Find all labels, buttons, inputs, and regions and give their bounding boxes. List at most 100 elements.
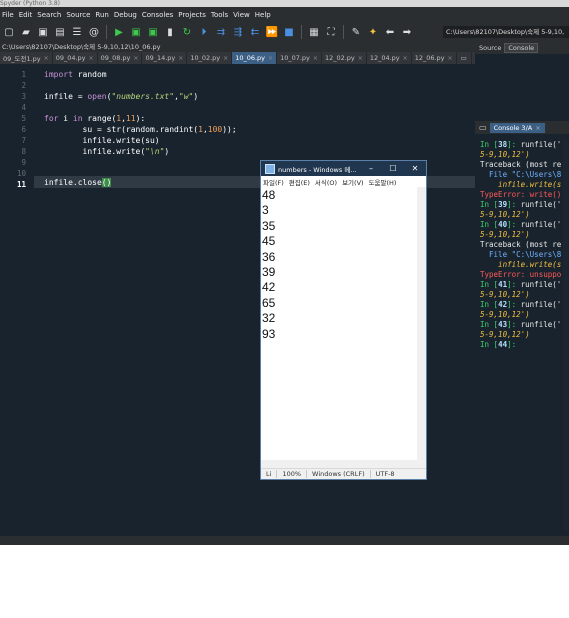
menu-search[interactable]: Search [37, 11, 61, 19]
forward-arrow-icon[interactable]: ➡ [400, 25, 414, 39]
stop-icon[interactable]: ■ [282, 25, 296, 39]
notepad-menu-item[interactable]: 파일(F) [263, 177, 284, 187]
menu-run[interactable]: Run [95, 11, 108, 19]
step-icon[interactable]: ⇉ [214, 25, 228, 39]
console-tab[interactable]: Console 3/A × [489, 122, 545, 133]
notepad-vertical-scrollbar[interactable] [417, 187, 426, 469]
python-icon[interactable]: ✦ [366, 25, 380, 39]
prompt-number: 42 [498, 300, 508, 309]
notepad-text-area[interactable]: 48 3 35 45 36 39 42 65 32 93 [262, 188, 417, 618]
console-line: In [44]: [480, 340, 569, 350]
prompt-text: In [ [480, 220, 499, 229]
prompt-text: In [ [480, 320, 499, 329]
editor-tab[interactable]: 10_06.py × [232, 52, 278, 64]
editor-tab[interactable]: 09_14.py × [142, 52, 188, 64]
console-selector[interactable]: Console [504, 43, 539, 53]
close-icon[interactable]: × [313, 55, 318, 62]
working-directory-field[interactable]: C:\Users\82107\Desktop\숙제 5-9,10, [443, 26, 569, 38]
menu-source[interactable]: Source [66, 11, 90, 19]
editor-tab[interactable]: 09_도전1.py × [0, 52, 53, 64]
menu-view[interactable]: View [233, 11, 250, 19]
editor-tab[interactable]: 12_06.py × [412, 52, 457, 64]
ipython-console[interactable]: In [38]: runfile(' 5-9,10,12') Traceback (… [480, 140, 569, 530]
editor-tab[interactable]: 09_04.py × [53, 52, 98, 64]
prompt-text: ]: [507, 200, 517, 209]
editor-tab[interactable]: 12_04.py × [367, 52, 412, 64]
step-into-icon[interactable]: ⇶ [231, 25, 245, 39]
list-icon[interactable]: ☰ [70, 25, 84, 39]
notepad-menu-item[interactable]: 보기(V) [342, 177, 363, 187]
run-cell-icon[interactable]: ▣ [129, 25, 143, 39]
code-line-8[interactable]: infile.write("\n") [44, 147, 170, 156]
back-arrow-icon[interactable]: ⬅ [383, 25, 397, 39]
close-icon[interactable]: × [133, 55, 138, 62]
code-line-5[interactable]: for i in range(1,11): [44, 114, 145, 123]
menu-tools[interactable]: Tools [211, 11, 228, 19]
run-selection-icon[interactable]: ▮ [163, 25, 177, 39]
notepad-menu-item[interactable]: 서식(O) [315, 177, 337, 187]
close-icon[interactable]: × [89, 55, 94, 62]
close-icon[interactable]: × [44, 55, 49, 62]
close-icon[interactable]: × [358, 55, 363, 62]
run-icon[interactable]: ▶ [112, 25, 126, 39]
run-cell-advance-icon[interactable]: ▣ [146, 25, 160, 39]
fullscreen-icon[interactable]: ⛶ [324, 25, 338, 39]
close-icon[interactable]: × [268, 55, 273, 62]
console-line: File "C:\Users\8 [480, 170, 562, 179]
console-line: 5-9,10,12') [480, 290, 530, 299]
close-icon[interactable]: ✕ [404, 164, 426, 173]
continue-icon[interactable]: ⏩ [265, 25, 279, 39]
close-icon[interactable]: × [223, 55, 228, 62]
editor-tab[interactable]: 09_08.py × [98, 52, 143, 64]
notepad-horizontal-scrollbar[interactable] [261, 460, 426, 468]
console-scrollbar[interactable] [563, 140, 569, 530]
save-icon[interactable]: ▣ [36, 25, 50, 39]
menu-consoles[interactable]: Consoles [142, 11, 173, 19]
tab-options[interactable]: ▭ [457, 52, 472, 64]
new-file-icon[interactable]: ▢ [2, 25, 16, 39]
save-all-icon[interactable]: ▤ [53, 25, 67, 39]
prompt-text: ]: [507, 320, 517, 329]
rerun-icon[interactable]: ↻ [180, 25, 194, 39]
at-icon[interactable]: @ [87, 25, 101, 39]
toolbar-separator [301, 25, 302, 39]
line-ending: Windows (CRLF) [307, 470, 371, 478]
close-icon[interactable]: × [403, 55, 408, 62]
console-line: infile.write(s [480, 260, 562, 269]
notepad-menu: 파일(F) 편집(E) 서식(O) 보기(V) 도움말(H) [261, 176, 426, 187]
source-label: Source [479, 44, 502, 52]
menu-help[interactable]: Help [255, 11, 271, 19]
editor-tab[interactable]: 10_07.py × [277, 52, 322, 64]
debug-icon[interactable]: ⏵ [197, 25, 211, 39]
code-line-7[interactable]: infile.write(su) [44, 136, 160, 145]
maximize-icon[interactable]: ☐ [382, 164, 404, 173]
code-line-3[interactable]: infile = open("numbers.txt","w") [44, 92, 198, 101]
notepad-menu-item[interactable]: 도움말(H) [369, 177, 397, 187]
menu-projects[interactable]: Projects [178, 11, 206, 19]
code-line-11[interactable]: infile.close() [44, 178, 112, 187]
menu-file[interactable]: File [2, 11, 14, 19]
editor-tab[interactable]: 10_02.py × [187, 52, 233, 64]
step-return-icon[interactable]: ⇇ [248, 25, 262, 39]
notepad-window[interactable]: numbers - Windows 메... – ☐ ✕ 파일(F) 편집(E) 서… [260, 160, 427, 480]
notepad-app-icon [265, 163, 275, 174]
open-folder-icon[interactable]: ▰ [19, 25, 33, 39]
close-icon[interactable]: × [178, 55, 183, 62]
minimize-icon[interactable]: – [360, 164, 382, 173]
code-line-1[interactable]: import random [44, 70, 107, 79]
console-line: TypeError: unsuppo [480, 270, 562, 279]
tab-label: 10_06.py [235, 54, 266, 62]
line-number: 3 [21, 92, 26, 101]
maximize-pane-icon[interactable]: ▦ [307, 25, 321, 39]
notepad-titlebar[interactable]: numbers - Windows 메... – ☐ ✕ [261, 161, 426, 176]
wrench-icon[interactable]: ✎ [349, 25, 363, 39]
menu-debug[interactable]: Debug [114, 11, 137, 19]
editor-tab[interactable]: 12_02.py × [322, 52, 367, 64]
tab-label: 10_02.py [190, 54, 221, 62]
code-line-6[interactable]: su = str(random.randint(1,100)); [44, 125, 237, 134]
menu-edit[interactable]: Edit [19, 11, 33, 19]
close-icon[interactable]: × [535, 124, 540, 132]
toolbar-separator [343, 25, 344, 39]
notepad-menu-item[interactable]: 편집(E) [289, 177, 310, 187]
close-icon[interactable]: × [448, 55, 453, 62]
